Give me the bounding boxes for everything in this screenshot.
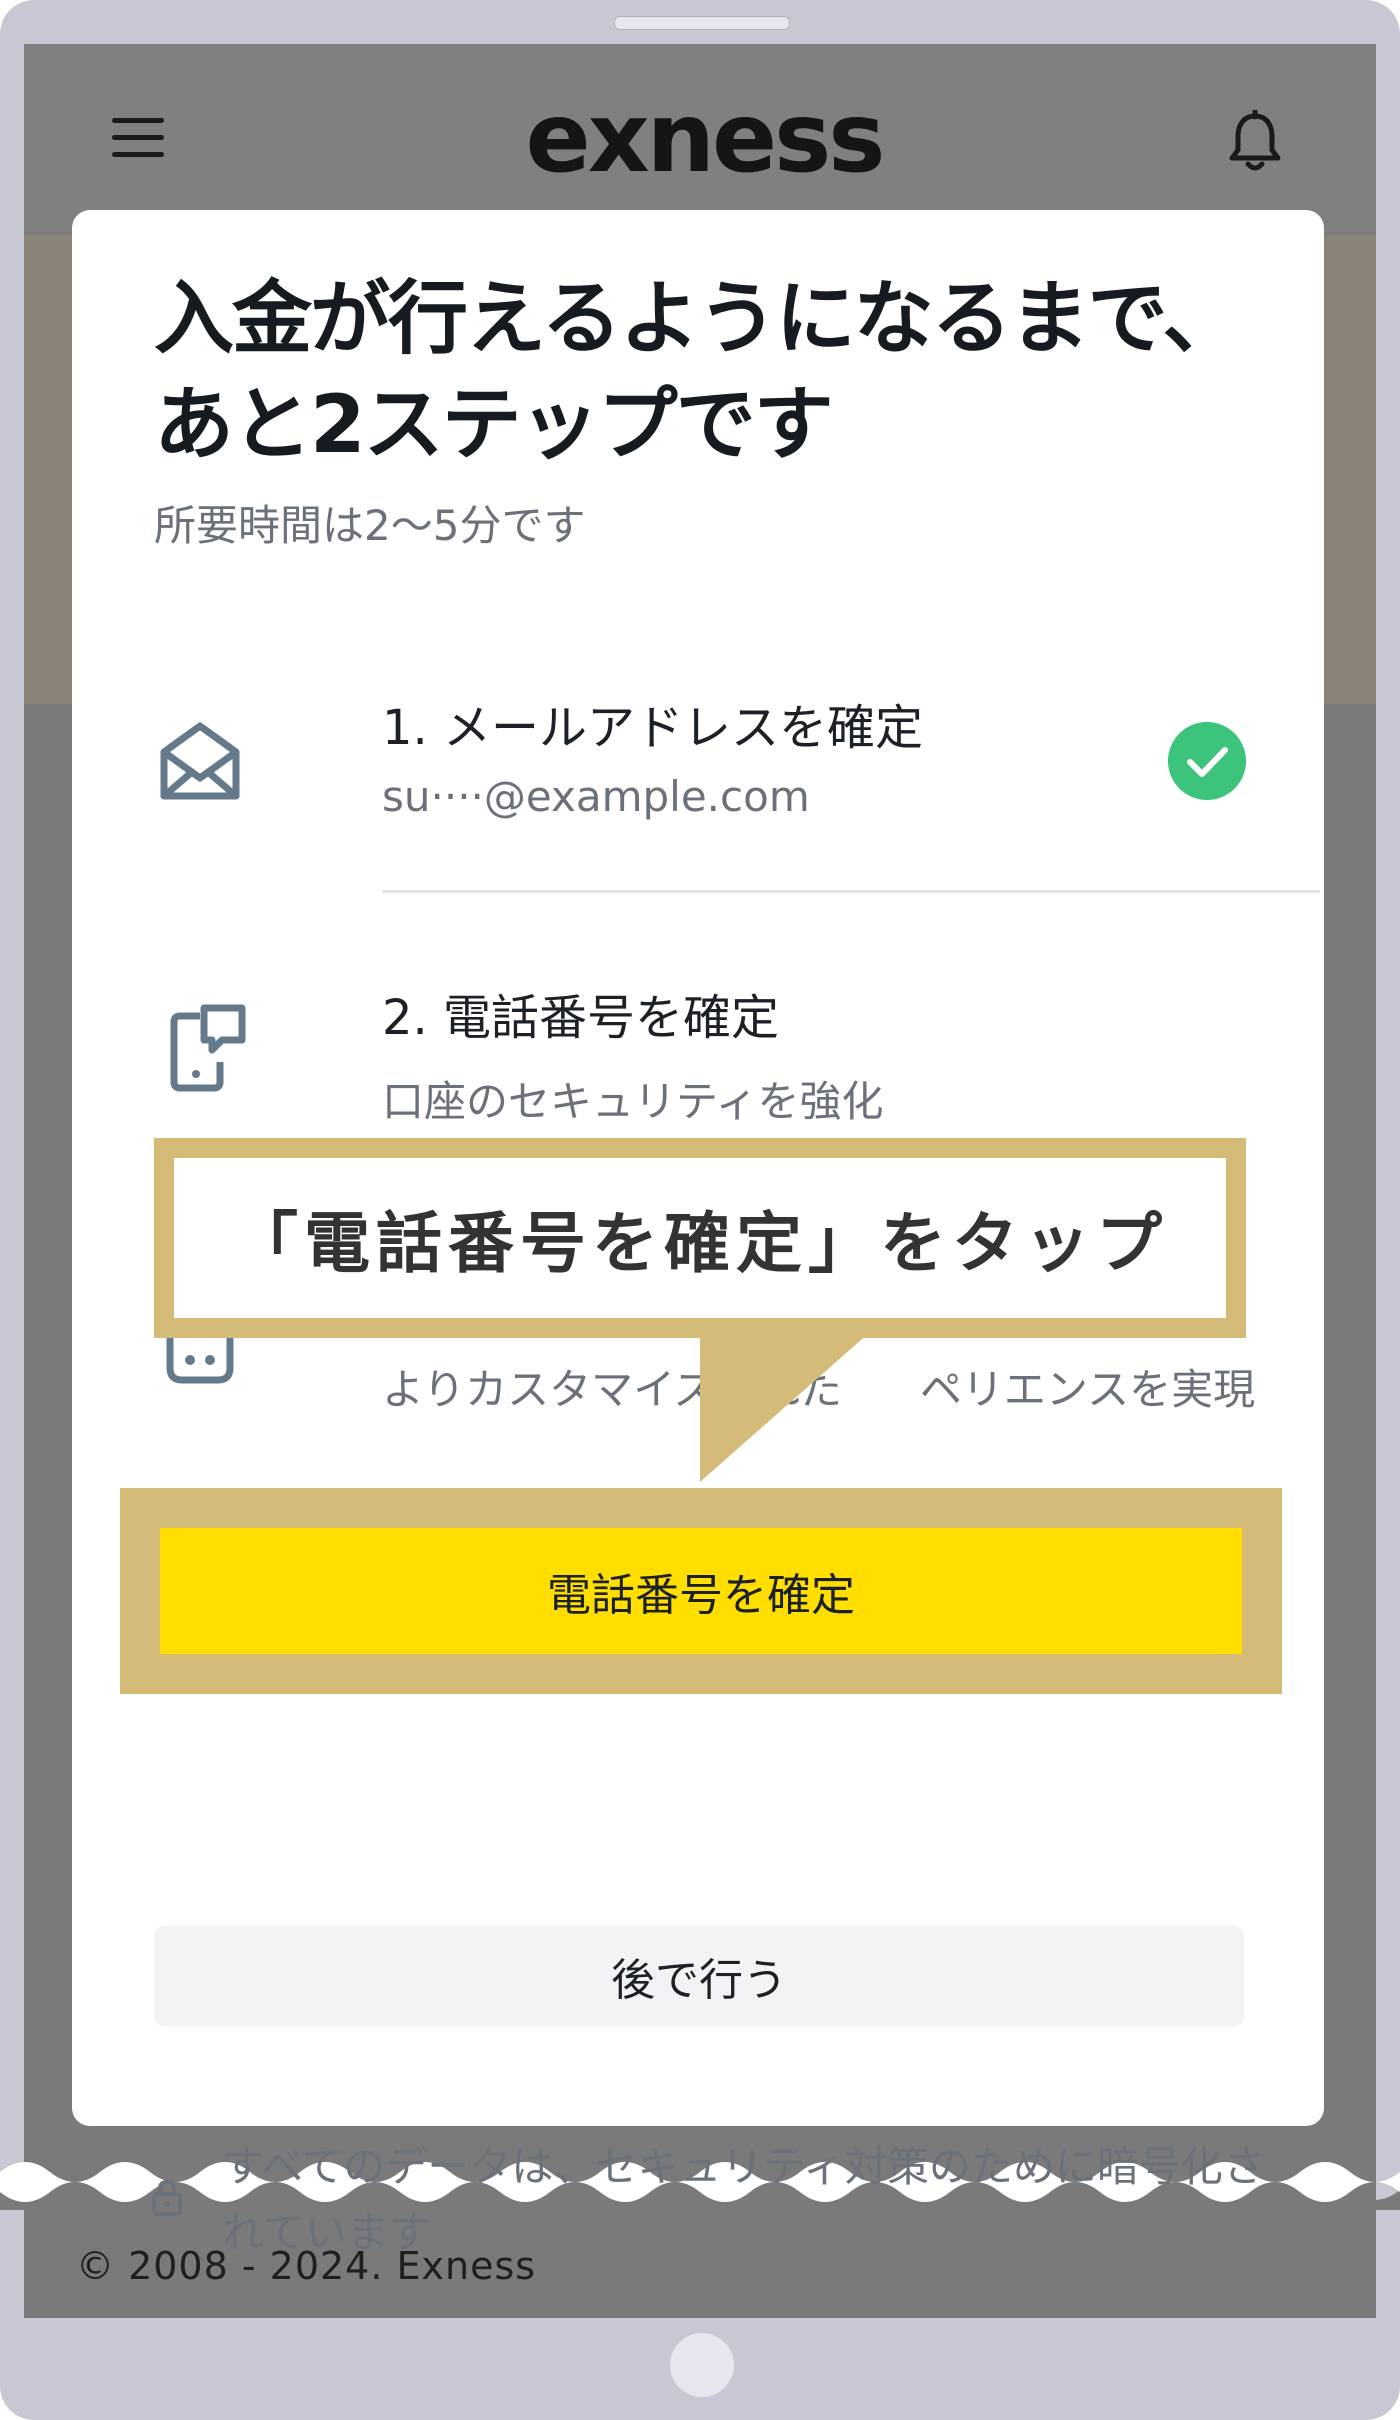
step-1-title: 1. メールアドレスを確定: [382, 700, 924, 756]
annotation-callout-box: 「電話番号を確定」をタップ: [174, 1158, 1226, 1318]
annotation-highlight-frame: 電話番号を確定: [120, 1488, 1282, 1694]
confirm-phone-button[interactable]: 電話番号を確定: [160, 1528, 1242, 1654]
step-1-email: su····@example.com: [382, 772, 810, 821]
annotation-callout: 「電話番号を確定」をタップ: [154, 1138, 1246, 1338]
phone-verify-icon: [170, 1004, 246, 1092]
step-2-title: 2. 電話番号を確定: [382, 990, 780, 1046]
step-divider: [382, 890, 1320, 893]
device-speaker: [614, 16, 790, 30]
check-circle-icon: [1168, 722, 1246, 800]
security-note: すべてのデータは、セキュリティ対策のために暗号化されています: [222, 2142, 1265, 2257]
app-header: exness: [24, 44, 1376, 232]
lock-icon: [152, 2179, 182, 2216]
modal-subtitle: 所要時間は2〜5分です: [154, 501, 586, 550]
exness-logo: exness: [525, 82, 886, 194]
step-2-description: 口座のセキュリティを強化: [382, 1077, 884, 1126]
annotation-pointer: [700, 1332, 870, 1482]
later-button[interactable]: 後で行う: [154, 1926, 1244, 2026]
envelope-icon: [160, 722, 240, 800]
modal-title: 入金が行えるようになるまで、あと2ステップです: [154, 272, 1242, 471]
device-home-button: [670, 2333, 734, 2397]
menu-icon[interactable]: [112, 118, 164, 162]
bell-icon[interactable]: [1228, 110, 1282, 174]
device-frame: exness © 2008 - 2024. Exness 入金が行えるようになる…: [0, 0, 1400, 2420]
annotation-callout-text: 「電話番号を確定」をタップ: [232, 1205, 1168, 1282]
